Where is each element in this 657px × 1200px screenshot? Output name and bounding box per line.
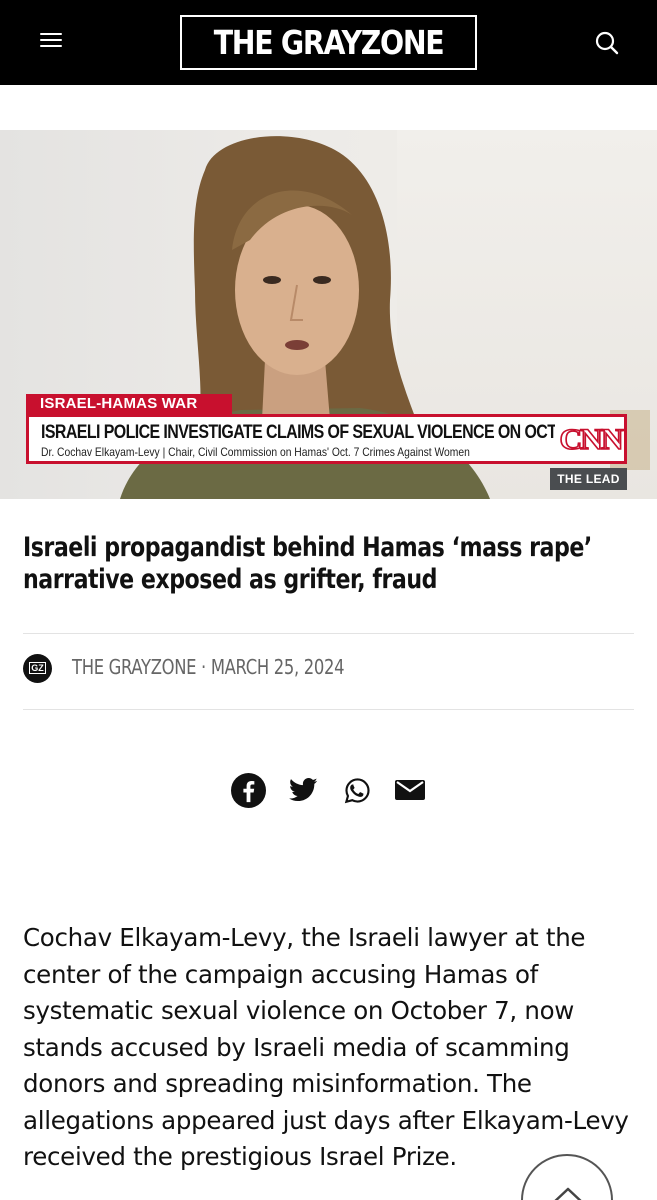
show-tag: THE LEAD	[550, 468, 627, 490]
news-category-tag: ISRAEL-HAMAS WAR	[26, 394, 232, 414]
share-bar	[230, 772, 430, 808]
byline-text[interactable]: THE GRAYZONE · MARCH 25, 2024	[72, 655, 345, 679]
facebook-icon[interactable]	[230, 772, 266, 808]
divider-top	[23, 633, 634, 634]
whatsapp-icon[interactable]	[342, 772, 372, 808]
article-body: Cochav Elkayam-Levy, the Israeli lawyer …	[23, 920, 638, 1176]
author-avatar[interactable]: GZ	[23, 654, 52, 683]
twitter-icon[interactable]	[287, 772, 319, 808]
hamburger-menu-icon[interactable]	[38, 29, 64, 51]
cnn-logo: CNN	[559, 422, 625, 457]
article-title-line-1: Israeli propagandist behind Hamas ‘mass …	[23, 532, 592, 563]
network-logo-box: CNN	[555, 414, 627, 464]
article-title: Israeli propagandist behind Hamas ‘mass …	[23, 532, 643, 596]
hero-image[interactable]: ISRAEL-HAMAS WAR ISRAELI POLICE INVESTIG…	[0, 130, 657, 499]
chyron-headline: ISRAELI POLICE INVESTIGATE CLAIMS OF SEX…	[41, 422, 571, 443]
site-logo[interactable]: THE GRAYZONE	[180, 15, 477, 70]
site-header: THE GRAYZONE	[0, 0, 657, 85]
chyron-subline: Dr. Cochav Elkayam-Levy | Chair, Civil C…	[41, 445, 470, 459]
chevron-up-icon	[554, 1187, 582, 1200]
divider-bottom	[23, 709, 634, 710]
article-title-line-2: narrative exposed as grifter, fraud	[23, 564, 437, 595]
news-chyron: ISRAELI POLICE INVESTIGATE CLAIMS OF SEX…	[26, 414, 571, 464]
search-icon[interactable]	[594, 30, 620, 56]
email-icon[interactable]	[394, 772, 426, 808]
lead-paragraph: Cochav Elkayam-Levy, the Israeli lawyer …	[23, 923, 629, 1171]
